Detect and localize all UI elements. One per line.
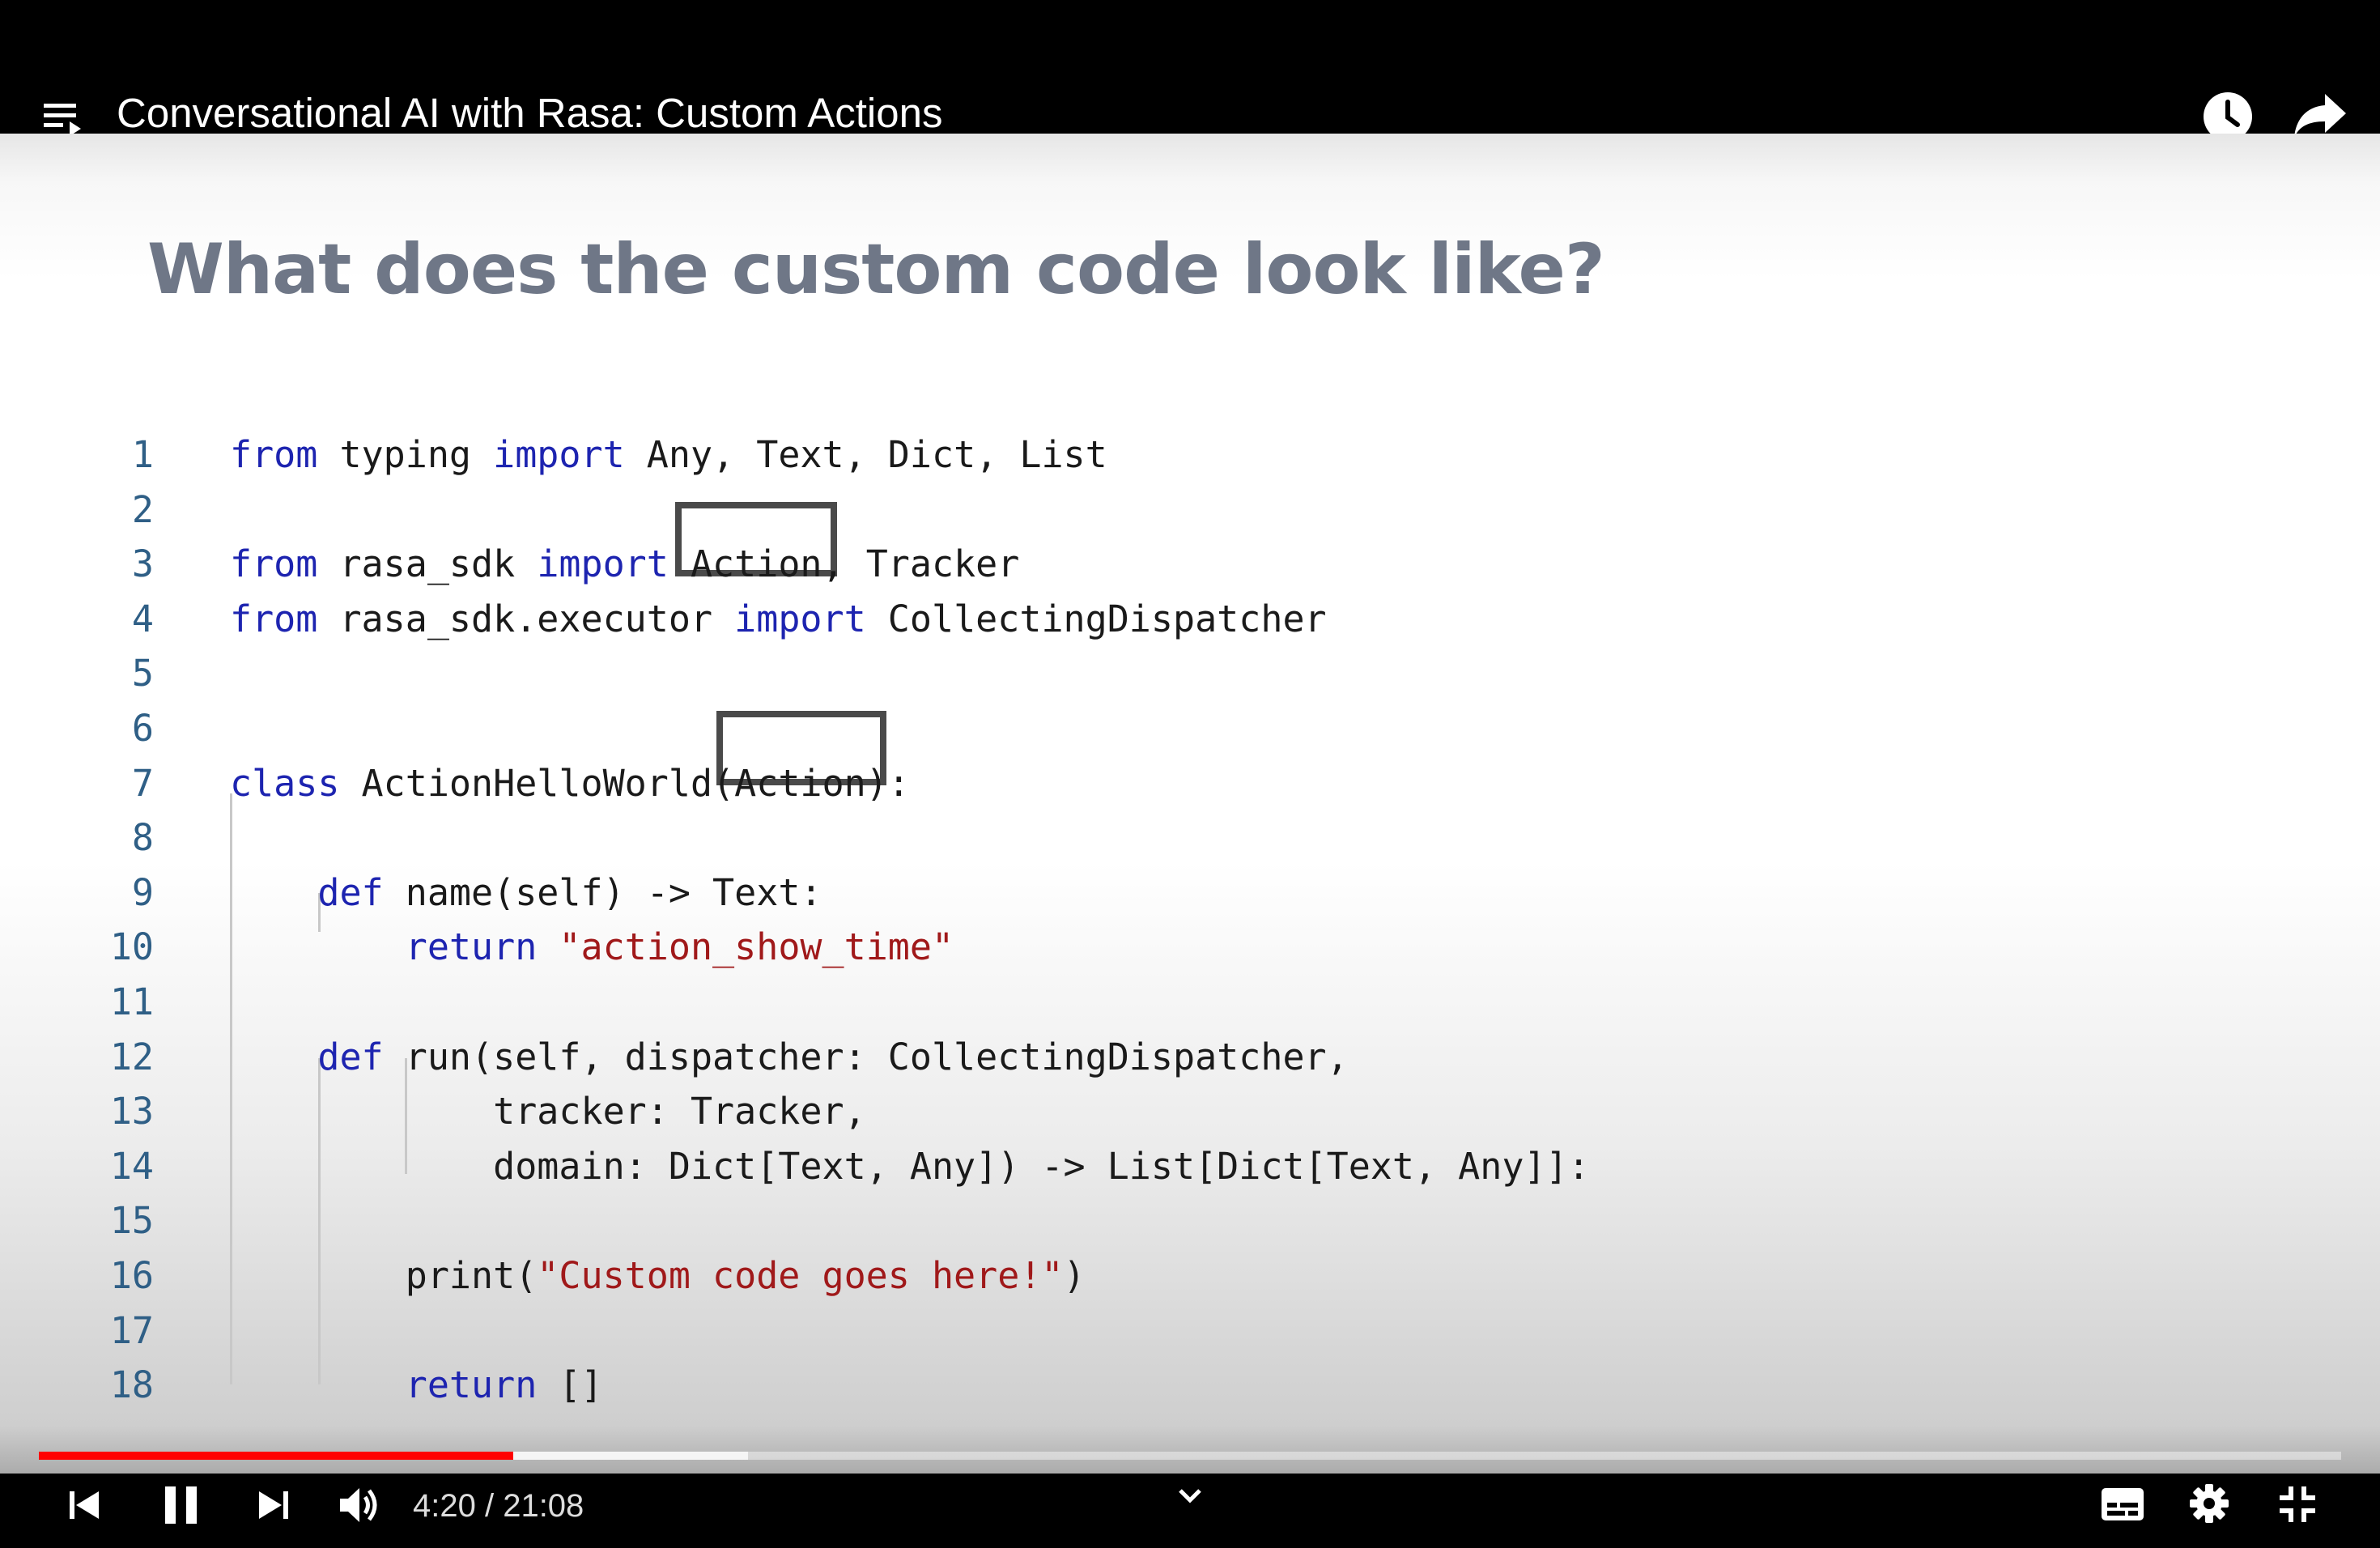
line-number: 8 xyxy=(131,816,154,859)
code-line: print("Custom code goes here!") xyxy=(230,1254,1086,1297)
code-text: ) xyxy=(1063,1254,1086,1297)
code-text: name(self) -> Text: xyxy=(383,871,822,914)
code-line: from rasa_sdk.executor import Collecting… xyxy=(230,598,1327,640)
time-display: 4:20 / 21:08 xyxy=(413,1488,584,1525)
code-text: rasa_sdk.executor xyxy=(317,598,735,640)
chevron-down-icon[interactable] xyxy=(1175,1486,1205,1510)
current-time: 4:20 xyxy=(413,1488,476,1524)
duration: 21:08 xyxy=(503,1488,584,1524)
code-string: "action_show_time" xyxy=(559,925,954,968)
line-number: 5 xyxy=(131,652,154,695)
code-keyword: from xyxy=(230,433,318,476)
code-keyword: class xyxy=(230,762,340,805)
code-line: tracker: Tracker, xyxy=(230,1090,866,1133)
code-text: tracker: Tracker, xyxy=(230,1090,866,1133)
code-text: ActionHelloWorld(Action): xyxy=(339,762,910,805)
code-text: Any, Text, Dict, List xyxy=(624,433,1107,476)
line-number: 11 xyxy=(109,980,154,1023)
code-line: from rasa_sdk import Action, Tracker xyxy=(230,542,1019,585)
code-block: 1 from typing import Any, Text, Dict, Lis… xyxy=(0,134,2380,1474)
video-title[interactable]: Conversational AI with Rasa: Custom Acti… xyxy=(117,89,942,137)
line-number: 14 xyxy=(109,1145,154,1188)
line-number: 6 xyxy=(131,707,154,750)
code-keyword: import xyxy=(537,542,669,585)
line-number: 18 xyxy=(109,1363,154,1406)
line-number: 3 xyxy=(131,542,154,585)
code-text: print( xyxy=(230,1254,538,1297)
code-keyword: from xyxy=(230,542,318,585)
line-number: 16 xyxy=(109,1254,154,1297)
code-line: from typing import Any, Text, Dict, List xyxy=(230,433,1107,476)
code-text: run(self, dispatcher: CollectingDispatch… xyxy=(383,1036,1349,1078)
code-keyword: def xyxy=(317,1036,384,1078)
video-frame[interactable]: What does the custom code look like? 1 fr… xyxy=(0,134,2380,1474)
progress-played[interactable] xyxy=(39,1452,513,1460)
code-keyword: def xyxy=(317,871,384,914)
playlist-icon[interactable] xyxy=(44,100,89,138)
code-keyword: return xyxy=(405,1363,538,1406)
line-number: 15 xyxy=(109,1199,154,1242)
code-text: domain: Dict[Text, Any]) -> List[Dict[Te… xyxy=(230,1145,1590,1188)
line-number: 9 xyxy=(131,871,154,914)
code-text: rasa_sdk xyxy=(317,542,538,585)
line-number: 10 xyxy=(109,925,154,968)
code-line: return [] xyxy=(230,1363,603,1406)
line-number: 7 xyxy=(131,762,154,805)
code-line: return "action_show_time" xyxy=(230,925,954,968)
code-line: def name(self) -> Text: xyxy=(230,871,822,914)
code-keyword: import xyxy=(734,598,866,640)
code-keyword: import xyxy=(493,433,625,476)
code-text: [] xyxy=(537,1363,603,1406)
line-number: 2 xyxy=(131,488,154,531)
code-string: "Custom code goes here!" xyxy=(537,1254,1064,1297)
line-number: 17 xyxy=(109,1309,154,1352)
skip-previous-icon[interactable] xyxy=(68,1488,102,1526)
time-separator: / xyxy=(475,1488,504,1524)
exit-fullscreen-icon[interactable] xyxy=(2278,1485,2317,1528)
line-number: 4 xyxy=(131,598,154,640)
code-line: def run(self, dispatcher: CollectingDisp… xyxy=(230,1036,1349,1078)
line-number: 1 xyxy=(131,433,154,476)
skip-next-icon[interactable] xyxy=(256,1488,290,1526)
subtitles-icon[interactable] xyxy=(2100,1486,2145,1526)
video-top-bar: Conversational AI with Rasa: Custom Acti… xyxy=(0,0,2380,141)
pause-icon[interactable] xyxy=(162,1485,201,1529)
code-line: class ActionHelloWorld(Action): xyxy=(230,762,910,805)
code-keyword: from xyxy=(230,598,318,640)
line-number: 13 xyxy=(109,1090,154,1133)
gear-icon[interactable] xyxy=(2189,1483,2229,1528)
volume-icon[interactable] xyxy=(338,1485,382,1529)
code-line: domain: Dict[Text, Any]) -> List[Dict[Te… xyxy=(230,1145,1590,1188)
code-keyword: return xyxy=(405,925,538,968)
code-text: CollectingDispatcher xyxy=(865,598,1327,640)
line-number: 12 xyxy=(109,1036,154,1078)
code-text: typing xyxy=(317,433,494,476)
code-text: Action, Tracker xyxy=(668,542,1020,585)
progress-shade xyxy=(0,1425,2380,1474)
share-arrow-icon[interactable] xyxy=(2293,91,2348,139)
